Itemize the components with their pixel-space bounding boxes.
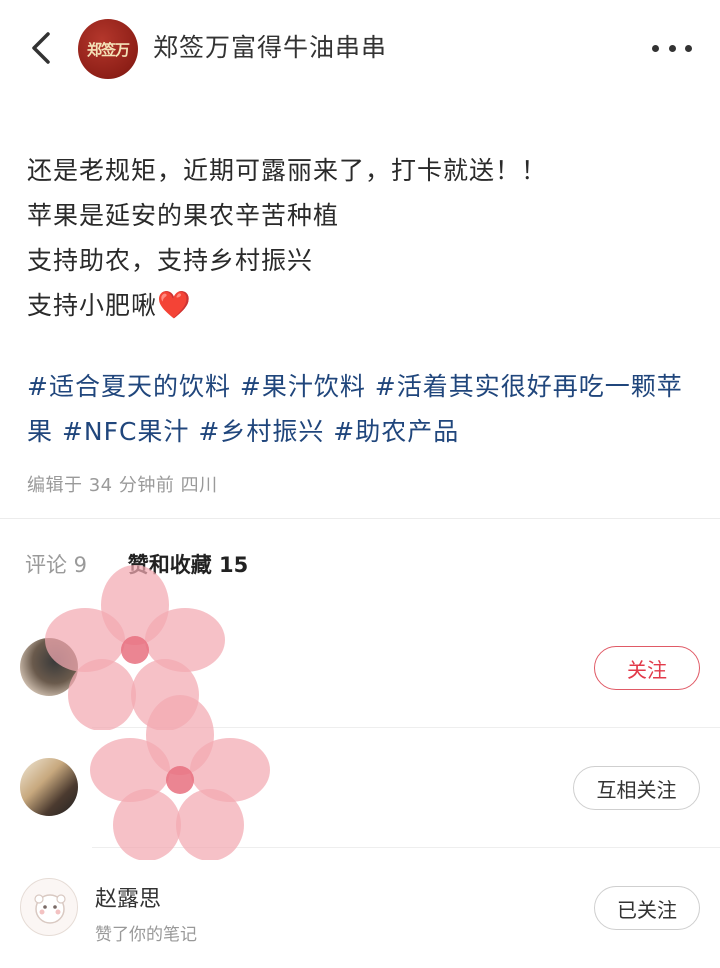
back-button[interactable] xyxy=(22,28,62,68)
shop-avatar-logo[interactable]: 郑签万 xyxy=(78,19,138,79)
shop-name[interactable]: 郑签万富得牛油串串 xyxy=(153,30,387,66)
hashtags: #适合夏天的饮料 #果汁饮料 #活着其实很好再吃一颗苹 果 #NFC果汁 #乡村… xyxy=(27,364,702,454)
top-bar: 郑签万 郑签万富得牛油串串 xyxy=(0,0,720,96)
user-name[interactable]: 赵露思 xyxy=(95,881,161,913)
hashtag-line[interactable]: 果 #NFC果汁 #乡村振兴 #助农产品 xyxy=(27,409,702,454)
post-body: 还是老规矩，近期可露丽来了，打卡就送！！ 苹果是延安的果农辛苦种植 支持助农，支… xyxy=(27,148,687,328)
post-line: 还是老规矩，近期可露丽来了，打卡就送！！ xyxy=(27,156,548,185)
cartoon-avatar-icon xyxy=(34,894,66,924)
list-item: 互相关注 xyxy=(0,728,720,848)
post-line: 支持助农，支持乡村振兴 xyxy=(27,246,314,275)
post-meta: 编辑于 34 分钟前 四川 xyxy=(27,475,218,496)
list-item: 赵露思 赞了你的笔记 已关注 xyxy=(0,848,720,968)
divider xyxy=(0,518,720,519)
avatar[interactable] xyxy=(20,878,78,936)
chevron-left-icon xyxy=(32,32,50,64)
hashtag-line[interactable]: #适合夏天的饮料 #果汁饮料 #活着其实很好再吃一颗苹 xyxy=(27,364,702,409)
tab-likes-favorites[interactable]: 赞和收藏 15 xyxy=(128,549,249,579)
following-button[interactable]: 已关注 xyxy=(594,886,700,930)
post-line: 支持小肥啾 xyxy=(27,291,158,320)
follow-button[interactable]: 关注 xyxy=(594,646,700,690)
mutual-follow-button[interactable]: 互相关注 xyxy=(573,766,700,810)
tab-comments[interactable]: 评论 9 xyxy=(25,549,87,579)
post-line: 苹果是延安的果农辛苦种植 xyxy=(27,201,340,230)
avatar[interactable] xyxy=(20,758,78,816)
more-dots-icon[interactable] xyxy=(652,36,692,60)
list-item: 关注 xyxy=(0,608,720,728)
post-line-with-heart: 支持小肥啾❤️ xyxy=(27,283,687,328)
avatar[interactable] xyxy=(20,638,78,696)
logo-text: 郑签万 xyxy=(86,40,130,59)
activity-tabs: 评论 9 赞和收藏 15 xyxy=(25,549,282,583)
heart-emoji-icon: ❤️ xyxy=(157,290,192,321)
